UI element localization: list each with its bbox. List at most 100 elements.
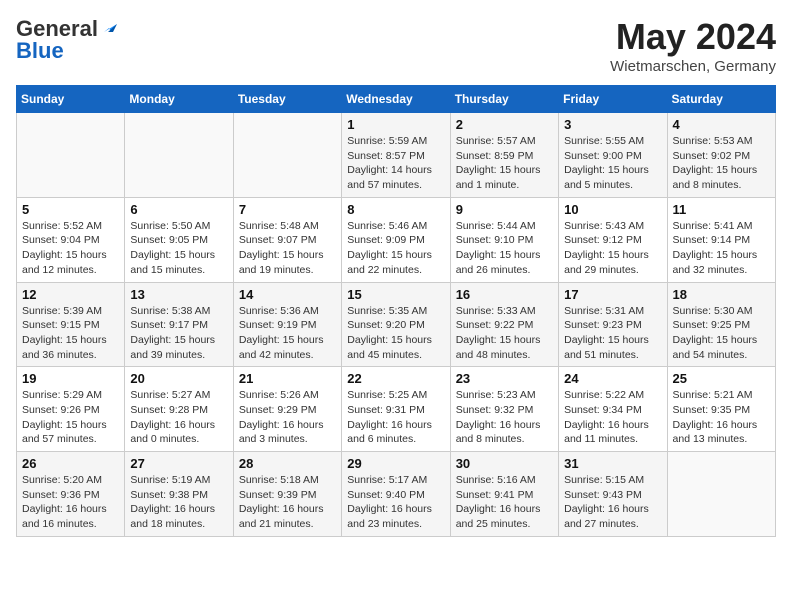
day-number: 11 bbox=[673, 202, 770, 217]
subtitle: Wietmarschen, Germany bbox=[610, 58, 776, 75]
logo-blue: Blue bbox=[16, 38, 64, 64]
calendar-cell bbox=[17, 113, 125, 198]
calendar-cell: 10 Sunrise: 5:43 AM Sunset: 9:12 PM Dayli… bbox=[559, 197, 667, 282]
day-info: Sunrise: 5:59 AM Sunset: 8:57 PM Dayligh… bbox=[347, 134, 444, 193]
calendar-cell: 2Sunrise: 5:57 AM Sunset: 8:59 PM Daylig… bbox=[450, 113, 558, 198]
calendar-header-monday: Monday bbox=[125, 86, 233, 113]
day-number: 21 bbox=[239, 371, 336, 386]
calendar-cell: 21 Sunrise: 5:26 AM Sunset: 9:29 PM Dayli… bbox=[233, 367, 341, 452]
day-info: Sunrise: 5:20 AM Sunset: 9:36 PM Dayligh… bbox=[22, 473, 119, 532]
calendar-cell: 19 Sunrise: 5:29 AM Sunset: 9:26 PM Dayli… bbox=[17, 367, 125, 452]
day-number: 4 bbox=[673, 117, 770, 132]
calendar-header-thursday: Thursday bbox=[450, 86, 558, 113]
calendar-cell: 27Sunrise: 5:19 AM Sunset: 9:38 PM Dayli… bbox=[125, 452, 233, 537]
day-number: 24 bbox=[564, 371, 661, 386]
day-info: Sunrise: 5:23 AM Sunset: 9:32 PM Dayligh… bbox=[456, 388, 553, 447]
calendar-week-3: 12 Sunrise: 5:39 AM Sunset: 9:15 PM Dayli… bbox=[17, 282, 776, 367]
day-number: 10 bbox=[564, 202, 661, 217]
day-number: 22 bbox=[347, 371, 444, 386]
day-info: Sunrise: 5:30 AM Sunset: 9:25 PM Dayligh… bbox=[673, 304, 770, 363]
day-number: 26 bbox=[22, 456, 119, 471]
day-info: Sunrise: 5:27 AM Sunset: 9:28 PM Dayligh… bbox=[130, 388, 227, 447]
calendar-cell: 1 Sunrise: 5:59 AM Sunset: 8:57 PM Daylig… bbox=[342, 113, 450, 198]
calendar-header-friday: Friday bbox=[559, 86, 667, 113]
day-info: Sunrise: 5:17 AM Sunset: 9:40 PM Dayligh… bbox=[347, 473, 444, 532]
calendar-cell: 13Sunrise: 5:38 AM Sunset: 9:17 PM Dayli… bbox=[125, 282, 233, 367]
calendar-cell: 11Sunrise: 5:41 AM Sunset: 9:14 PM Dayli… bbox=[667, 197, 775, 282]
day-number: 9 bbox=[456, 202, 553, 217]
day-info: Sunrise: 5:22 AM Sunset: 9:34 PM Dayligh… bbox=[564, 388, 661, 447]
logo: General Blue bbox=[16, 16, 117, 64]
calendar-cell: 31Sunrise: 5:15 AM Sunset: 9:43 PM Dayli… bbox=[559, 452, 667, 537]
day-number: 1 bbox=[347, 117, 444, 132]
day-number: 14 bbox=[239, 287, 336, 302]
day-info: Sunrise: 5:16 AM Sunset: 9:41 PM Dayligh… bbox=[456, 473, 553, 532]
calendar-header-wednesday: Wednesday bbox=[342, 86, 450, 113]
page-header: General Blue May 2024 Wietmarschen, Germ… bbox=[16, 16, 776, 75]
calendar-cell bbox=[233, 113, 341, 198]
calendar-cell: 29Sunrise: 5:17 AM Sunset: 9:40 PM Dayli… bbox=[342, 452, 450, 537]
calendar-header-row: SundayMondayTuesdayWednesdayThursdayFrid… bbox=[17, 86, 776, 113]
day-number: 7 bbox=[239, 202, 336, 217]
day-info: Sunrise: 5:39 AM Sunset: 9:15 PM Dayligh… bbox=[22, 304, 119, 363]
calendar-cell: 14 Sunrise: 5:36 AM Sunset: 9:19 PM Dayli… bbox=[233, 282, 341, 367]
calendar-cell bbox=[125, 113, 233, 198]
day-number: 5 bbox=[22, 202, 119, 217]
day-number: 12 bbox=[22, 287, 119, 302]
calendar-cell: 25 Sunrise: 5:21 AM Sunset: 9:35 PM Dayli… bbox=[667, 367, 775, 452]
main-title: May 2024 bbox=[610, 16, 776, 58]
calendar-cell: 18Sunrise: 5:30 AM Sunset: 9:25 PM Dayli… bbox=[667, 282, 775, 367]
calendar-week-1: 1 Sunrise: 5:59 AM Sunset: 8:57 PM Daylig… bbox=[17, 113, 776, 198]
day-number: 19 bbox=[22, 371, 119, 386]
calendar-table: SundayMondayTuesdayWednesdayThursdayFrid… bbox=[16, 85, 776, 537]
calendar-header-saturday: Saturday bbox=[667, 86, 775, 113]
day-info: Sunrise: 5:18 AM Sunset: 9:39 PM Dayligh… bbox=[239, 473, 336, 532]
day-number: 27 bbox=[130, 456, 227, 471]
calendar-cell: 20 Sunrise: 5:27 AM Sunset: 9:28 PM Dayli… bbox=[125, 367, 233, 452]
day-number: 16 bbox=[456, 287, 553, 302]
day-number: 23 bbox=[456, 371, 553, 386]
logo-bird-icon bbox=[99, 18, 117, 36]
day-info: Sunrise: 5:38 AM Sunset: 9:17 PM Dayligh… bbox=[130, 304, 227, 363]
calendar-cell: 12 Sunrise: 5:39 AM Sunset: 9:15 PM Dayli… bbox=[17, 282, 125, 367]
day-number: 6 bbox=[130, 202, 227, 217]
calendar-cell: 28 Sunrise: 5:18 AM Sunset: 9:39 PM Dayli… bbox=[233, 452, 341, 537]
calendar-week-5: 26 Sunrise: 5:20 AM Sunset: 9:36 PM Dayli… bbox=[17, 452, 776, 537]
calendar-cell: 16 Sunrise: 5:33 AM Sunset: 9:22 PM Dayli… bbox=[450, 282, 558, 367]
calendar-cell bbox=[667, 452, 775, 537]
title-block: May 2024 Wietmarschen, Germany bbox=[610, 16, 776, 75]
day-number: 31 bbox=[564, 456, 661, 471]
day-info: Sunrise: 5:46 AM Sunset: 9:09 PM Dayligh… bbox=[347, 219, 444, 278]
day-info: Sunrise: 5:26 AM Sunset: 9:29 PM Dayligh… bbox=[239, 388, 336, 447]
day-info: Sunrise: 5:29 AM Sunset: 9:26 PM Dayligh… bbox=[22, 388, 119, 447]
calendar-cell: 23 Sunrise: 5:23 AM Sunset: 9:32 PM Dayli… bbox=[450, 367, 558, 452]
day-info: Sunrise: 5:33 AM Sunset: 9:22 PM Dayligh… bbox=[456, 304, 553, 363]
day-info: Sunrise: 5:50 AM Sunset: 9:05 PM Dayligh… bbox=[130, 219, 227, 278]
day-info: Sunrise: 5:21 AM Sunset: 9:35 PM Dayligh… bbox=[673, 388, 770, 447]
calendar-cell: 17Sunrise: 5:31 AM Sunset: 9:23 PM Dayli… bbox=[559, 282, 667, 367]
calendar-cell: 7Sunrise: 5:48 AM Sunset: 9:07 PM Daylig… bbox=[233, 197, 341, 282]
day-info: Sunrise: 5:43 AM Sunset: 9:12 PM Dayligh… bbox=[564, 219, 661, 278]
day-info: Sunrise: 5:36 AM Sunset: 9:19 PM Dayligh… bbox=[239, 304, 336, 363]
calendar-cell: 24 Sunrise: 5:22 AM Sunset: 9:34 PM Dayli… bbox=[559, 367, 667, 452]
day-info: Sunrise: 5:31 AM Sunset: 9:23 PM Dayligh… bbox=[564, 304, 661, 363]
calendar-cell: 5Sunrise: 5:52 AM Sunset: 9:04 PM Daylig… bbox=[17, 197, 125, 282]
day-info: Sunrise: 5:53 AM Sunset: 9:02 PM Dayligh… bbox=[673, 134, 770, 193]
day-info: Sunrise: 5:35 AM Sunset: 9:20 PM Dayligh… bbox=[347, 304, 444, 363]
day-number: 2 bbox=[456, 117, 553, 132]
day-number: 30 bbox=[456, 456, 553, 471]
calendar-header-tuesday: Tuesday bbox=[233, 86, 341, 113]
day-info: Sunrise: 5:25 AM Sunset: 9:31 PM Dayligh… bbox=[347, 388, 444, 447]
day-number: 20 bbox=[130, 371, 227, 386]
calendar-cell: 6 Sunrise: 5:50 AM Sunset: 9:05 PM Daylig… bbox=[125, 197, 233, 282]
calendar-week-4: 19 Sunrise: 5:29 AM Sunset: 9:26 PM Dayli… bbox=[17, 367, 776, 452]
day-info: Sunrise: 5:55 AM Sunset: 9:00 PM Dayligh… bbox=[564, 134, 661, 193]
day-number: 8 bbox=[347, 202, 444, 217]
calendar-cell: 30 Sunrise: 5:16 AM Sunset: 9:41 PM Dayli… bbox=[450, 452, 558, 537]
day-number: 25 bbox=[673, 371, 770, 386]
day-number: 3 bbox=[564, 117, 661, 132]
calendar-cell: 9 Sunrise: 5:44 AM Sunset: 9:10 PM Daylig… bbox=[450, 197, 558, 282]
day-info: Sunrise: 5:44 AM Sunset: 9:10 PM Dayligh… bbox=[456, 219, 553, 278]
calendar-cell: 4 Sunrise: 5:53 AM Sunset: 9:02 PM Daylig… bbox=[667, 113, 775, 198]
day-number: 28 bbox=[239, 456, 336, 471]
